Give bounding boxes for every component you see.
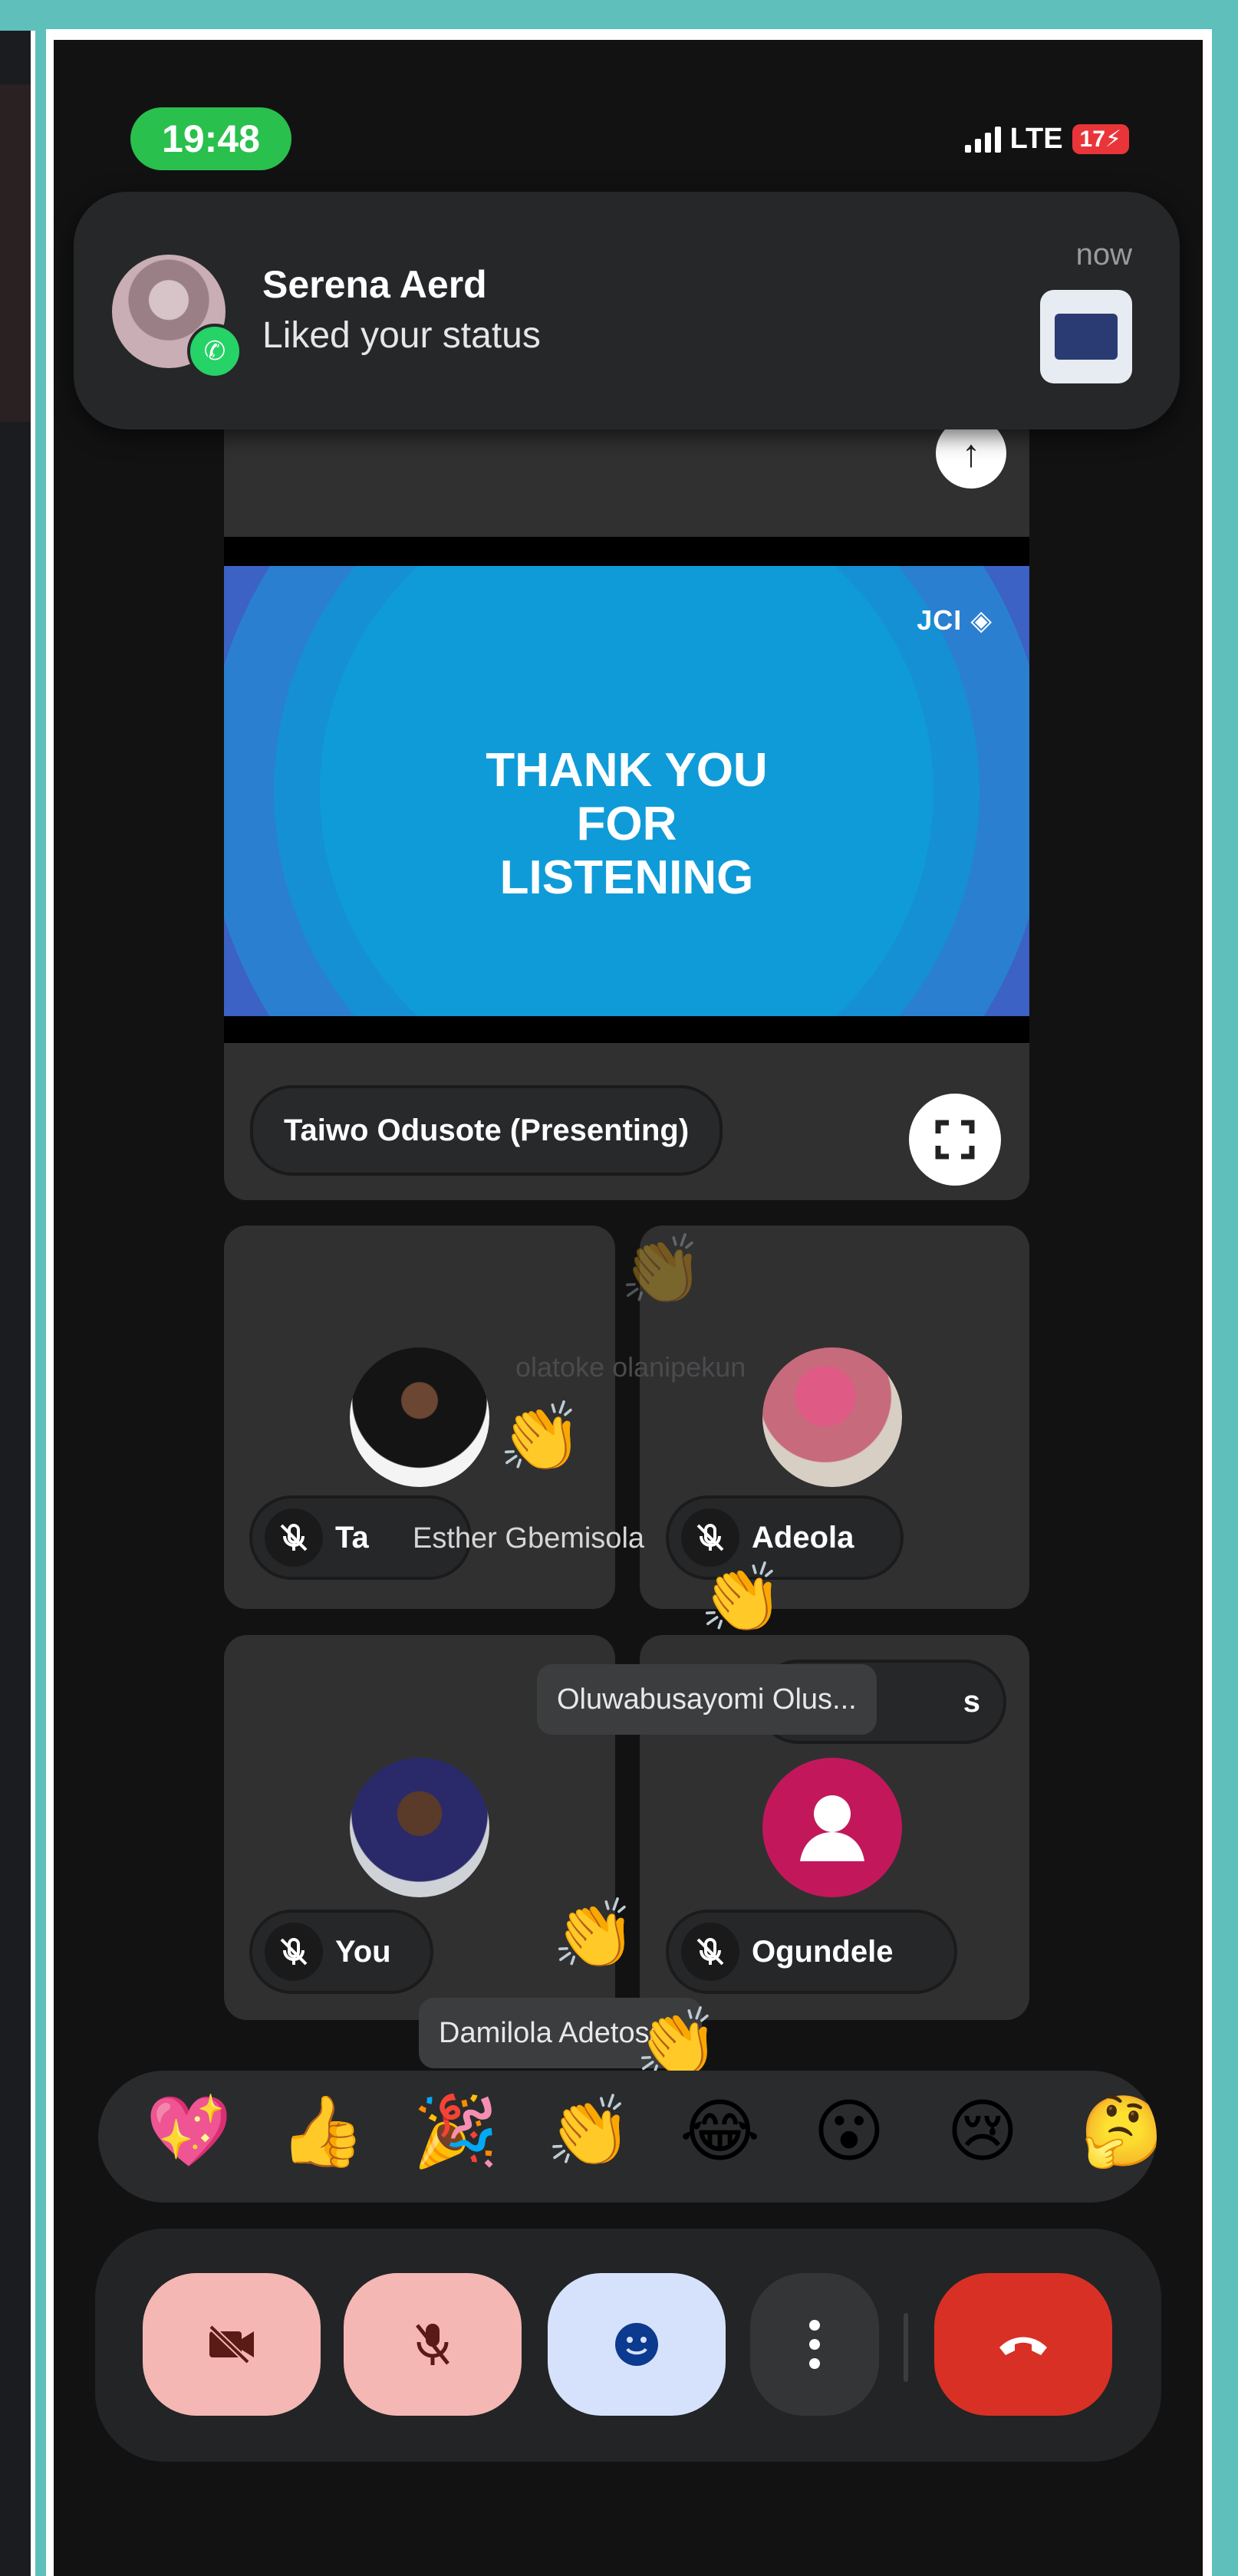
more-options-button[interactable] xyxy=(750,2273,879,2416)
tears-of-joy-icon[interactable]: 😂 xyxy=(680,2097,760,2166)
participant-name-partial: s xyxy=(963,1684,980,1719)
slide-logo: JCI ◈ xyxy=(917,604,993,636)
status-time-text: 19:48 xyxy=(162,117,260,160)
notification-time: now xyxy=(1075,238,1132,271)
more-options-icon xyxy=(809,2320,820,2369)
battery-indicator: 17⚡ xyxy=(1072,124,1129,154)
person-icon xyxy=(800,1795,864,1861)
controls-divider xyxy=(904,2313,908,2382)
camera-off-icon xyxy=(209,2324,254,2364)
clap-reaction-icon: 👏 xyxy=(552,1896,637,1972)
slide-letterbox xyxy=(224,1016,1029,1043)
thumbs-up-icon[interactable]: 👍 xyxy=(279,2097,365,2166)
adjacent-screenshot-border xyxy=(31,31,35,2576)
network-type: LTE xyxy=(1009,123,1063,155)
notification-banner[interactable]: ✆ Serena Aerd Liked your status now xyxy=(74,192,1180,429)
participant-avatar xyxy=(762,1347,902,1487)
whatsapp-icon: ✆ xyxy=(187,324,242,379)
mic-off-icon xyxy=(265,1923,323,1981)
notification-message: Liked your status xyxy=(262,315,541,356)
tile-divider xyxy=(224,537,1029,566)
mic-off-icon xyxy=(265,1508,323,1567)
adjacent-screenshot-strip xyxy=(0,31,35,2576)
participant-name: You xyxy=(335,1934,391,1969)
mic-toggle-button[interactable] xyxy=(344,2273,522,2416)
presentation-slide[interactable]: JCI ◈ THANK YOU FOR LISTENING xyxy=(224,566,1029,1016)
participant-name: Adeola xyxy=(752,1520,854,1554)
emoji-icon xyxy=(615,2323,658,2366)
clap-reaction-icon: 👏 xyxy=(635,2005,719,2081)
open-mouth-icon[interactable]: 😮 xyxy=(813,2097,885,2166)
crying-face-icon[interactable]: 😢 xyxy=(947,2097,1019,2166)
signal-icon xyxy=(964,126,1001,153)
presenter-label: Taiwo Odusote (Presenting) xyxy=(250,1085,723,1176)
clap-reaction-icon: 👏 xyxy=(700,1560,784,1636)
party-popper-icon[interactable]: 🎉 xyxy=(413,2097,499,2166)
mic-off-icon xyxy=(681,1508,739,1567)
participant-avatar xyxy=(350,1758,489,1897)
status-indicators: LTE 17⚡ xyxy=(964,123,1129,156)
status-time[interactable]: 19:48 xyxy=(130,107,291,170)
end-call-icon xyxy=(999,2337,1047,2355)
mic-off-icon xyxy=(681,1923,739,1981)
participant-name-chip: You xyxy=(249,1910,433,1994)
reaction-sender-label: Esther Gbemisola xyxy=(413,1522,645,1554)
clap-reaction-icon: 👏 xyxy=(499,1399,583,1475)
clapping-hands-icon[interactable]: 👏 xyxy=(546,2097,632,2166)
participant-avatar xyxy=(350,1347,489,1487)
clap-reaction-icon: 👏 xyxy=(620,1232,704,1308)
slide-title: THANK YOU FOR LISTENING xyxy=(486,744,768,904)
reactions-button[interactable] xyxy=(548,2273,726,2416)
participant-name: Ta xyxy=(335,1520,369,1554)
mic-off-icon xyxy=(416,2324,449,2365)
call-controls xyxy=(95,2229,1161,2462)
participant-name: Ogundele xyxy=(752,1934,894,1969)
reaction-picker: 💖 👍 🎉 👏 😂 😮 😢 🤔 xyxy=(98,2071,1157,2203)
fullscreen-icon[interactable] xyxy=(909,1094,1001,1186)
reaction-sender-label: Oluwabusayomi Olus... xyxy=(537,1664,877,1735)
participant-name-chip: Ogundele xyxy=(666,1910,957,1994)
status-thumbnail xyxy=(1040,290,1132,383)
camera-toggle-button[interactable] xyxy=(143,2273,321,2416)
sparkling-heart-icon[interactable]: 💖 xyxy=(146,2097,232,2166)
default-avatar xyxy=(762,1758,902,1897)
notification-sender: Serena Aerd xyxy=(262,263,487,306)
thinking-face-icon[interactable]: 🤔 xyxy=(1080,2097,1157,2166)
leave-call-button[interactable] xyxy=(934,2273,1112,2416)
participant-overlay-name: olatoke olanipekun xyxy=(515,1351,746,1383)
